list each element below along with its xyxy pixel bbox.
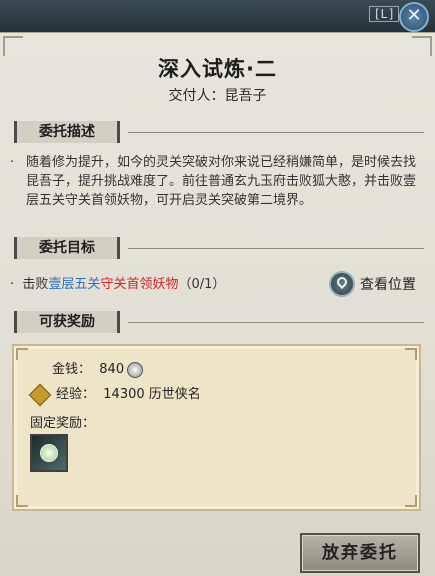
experience-icon <box>28 383 52 406</box>
view-location-button[interactable]: 查看位置 <box>329 271 416 298</box>
reward-box-corner <box>405 348 417 360</box>
reward-money-row: 金钱： 840 <box>52 358 144 378</box>
exp-value: 14300 历世侠名 <box>103 387 201 402</box>
section-title: 委托目标 <box>14 237 120 259</box>
view-location-label: 查看位置 <box>360 277 416 293</box>
objective-location-link[interactable]: 壹层五关 <box>48 277 100 292</box>
quest-description-text: 随着修为提升，如今的灵关突破对你来说已经稍嫌简单，是时候去找昆吾子，提升挑战难度… <box>26 155 417 208</box>
objective-prefix: 击败 <box>22 277 49 292</box>
fixed-reward-label: 固定奖励： <box>30 416 96 431</box>
reward-item-icon[interactable] <box>30 434 68 472</box>
objective-progress: （0/1） <box>178 277 226 292</box>
money-value: 840 <box>99 362 125 377</box>
quest-objective: · 击败壹层五关守关首领妖物（0/1） 查看位置 <box>10 271 420 298</box>
reward-box-corner <box>16 495 28 507</box>
section-header-rewards: 可获奖励 <box>14 311 424 333</box>
section-title: 委托描述 <box>14 121 120 143</box>
section-header-description: 委托描述 <box>14 121 424 143</box>
section-divider <box>128 132 424 133</box>
quest-giver: 交付人：昆吾子 <box>168 88 267 104</box>
quest-panel: 深入试炼·二 交付人：昆吾子 委托描述 · 随着修为提升，如今的灵关突破对你来说… <box>0 32 435 576</box>
bullet-dot: · <box>10 277 23 292</box>
reward-box-corner <box>16 348 28 360</box>
close-x-icon[interactable]: ✕ <box>399 2 429 32</box>
reward-box-corner <box>405 495 417 507</box>
bullet-dot: · <box>10 155 15 170</box>
abandon-quest-button[interactable]: 放弃委托 <box>300 533 420 573</box>
exp-label: 经验： <box>56 387 96 402</box>
hotkey-hint: [L] <box>369 6 399 22</box>
map-pin-icon <box>329 271 355 297</box>
section-divider <box>128 322 424 323</box>
reward-box: 金钱： 840 经验： 14300 历世侠名 固定奖励： <box>12 344 421 511</box>
quest-description: · 随着修为提升，如今的灵关突破对你来说已经稍嫌简单，是时候去找昆吾子，提升挑战… <box>10 153 416 210</box>
window-top-bar: [L] ✕ <box>0 0 435 32</box>
coin-icon <box>127 361 144 378</box>
objective-target: 守关首领妖物 <box>100 277 179 292</box>
section-header-objective: 委托目标 <box>14 237 424 259</box>
reward-exp-row: 经验： 14300 历世侠名 <box>28 383 201 406</box>
quest-title: 深入试炼·二 <box>158 57 277 81</box>
money-label: 金钱： <box>52 362 92 377</box>
section-title: 可获奖励 <box>14 311 120 333</box>
section-divider <box>128 248 424 249</box>
